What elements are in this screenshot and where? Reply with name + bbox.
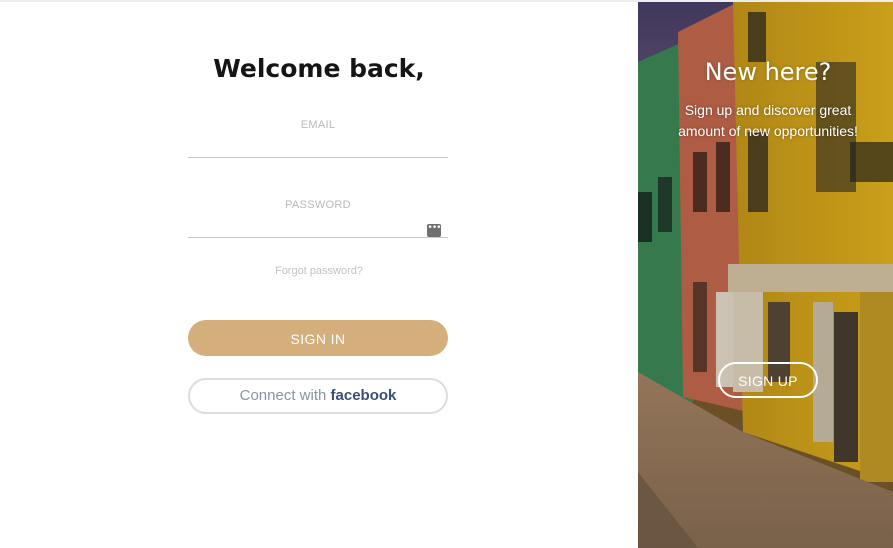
- password-input[interactable]: [188, 216, 448, 238]
- facebook-brand: facebook: [330, 387, 397, 404]
- promo-title: New here?: [704, 58, 832, 86]
- sign-up-button[interactable]: SIGN UP: [718, 362, 818, 398]
- email-input[interactable]: [188, 136, 448, 158]
- sign-in-button[interactable]: SIGN IN: [188, 320, 448, 356]
- email-label: EMAIL: [300, 119, 336, 131]
- forgot-password-link[interactable]: Forgot password?: [0, 265, 638, 277]
- connect-facebook-button[interactable]: Connect with facebook: [188, 378, 448, 414]
- password-field: PASSWORD •••: [188, 199, 448, 238]
- promo-description: Sign up and discover great amount of new…: [678, 102, 858, 139]
- facebook-prefix: Connect with: [239, 387, 327, 404]
- page-title: Welcome back,: [213, 54, 425, 83]
- password-label: PASSWORD: [285, 199, 351, 211]
- email-field: EMAIL: [188, 119, 448, 158]
- signup-promo-panel: New here? Sign up and discover great amo…: [638, 2, 893, 548]
- login-panel: Welcome back, EMAIL PASSWORD ••• Forgot …: [0, 2, 638, 548]
- password-manager-icon[interactable]: •••: [427, 224, 441, 237]
